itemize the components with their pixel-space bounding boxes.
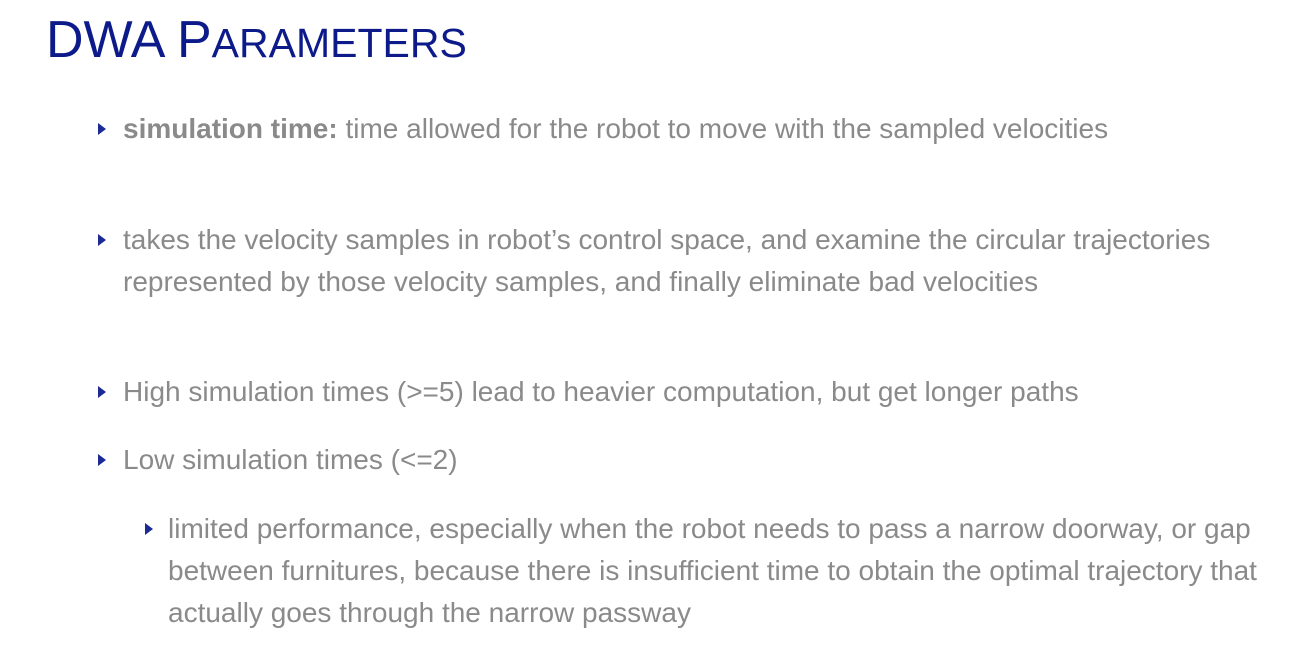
triangle-right-icon xyxy=(98,234,106,246)
slide-title-main: DWA P xyxy=(46,11,212,69)
bullet-item: High simulation times (>=5) lead to heav… xyxy=(98,371,1283,413)
triangle-right-icon xyxy=(98,454,106,466)
slide-title: DWA PARAMETERS xyxy=(46,14,467,66)
triangle-right-icon xyxy=(98,123,106,135)
bullet-text: Low simulation times (<=2) xyxy=(123,444,458,475)
bullet-text: limited performance, especially when the… xyxy=(168,513,1257,628)
bullet-text: High simulation times (>=5) lead to heav… xyxy=(123,376,1079,407)
triangle-right-icon xyxy=(98,386,106,398)
bullet-text: time allowed for the robot to move with … xyxy=(337,113,1109,144)
triangle-right-icon xyxy=(145,523,153,535)
slide-title-smallcaps: ARAMETERS xyxy=(211,20,467,66)
bullet-item: Low simulation times (<=2) xyxy=(98,439,1283,481)
bullet-item: simulation time: time allowed for the ro… xyxy=(98,108,1283,150)
bullet-text: takes the velocity samples in robot’s co… xyxy=(123,224,1211,297)
bullet-term: simulation time: xyxy=(123,113,338,144)
slide: DWA PARAMETERS simulation time: time all… xyxy=(0,0,1308,672)
sub-bullet-item: limited performance, especially when the… xyxy=(145,508,1288,634)
bullet-item: takes the velocity samples in robot’s co… xyxy=(98,219,1283,303)
